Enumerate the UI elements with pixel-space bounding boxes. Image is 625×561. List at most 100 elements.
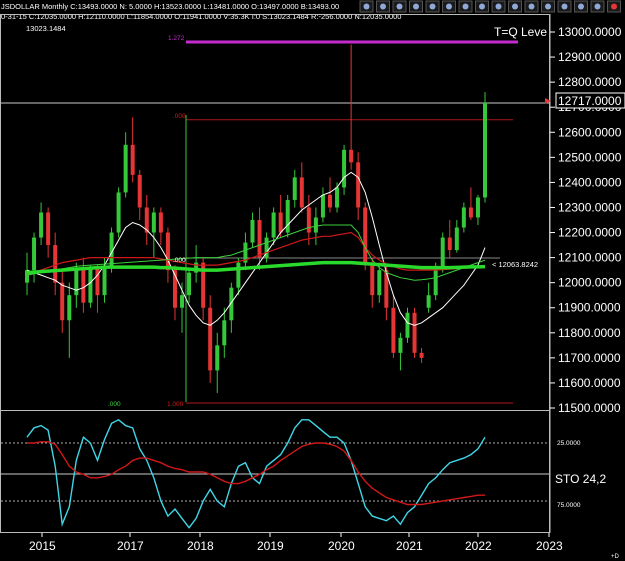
candle-body — [356, 162, 361, 208]
dots-icon-glyph — [413, 3, 419, 10]
hand-icon — [541, 0, 555, 13]
price-tick-label: 12600.0000 — [558, 125, 622, 139]
time-tick-label: 2017 — [117, 539, 144, 553]
bars-icon-glyph — [396, 3, 403, 10]
sto-25-label: 25.0000 — [557, 440, 581, 447]
candle-body — [130, 144, 135, 175]
candle-body — [377, 270, 382, 296]
price-tick-label: 12400.0000 — [558, 175, 622, 189]
price-tick-label: 12500.0000 — [558, 150, 622, 164]
triangle-icon — [557, 0, 572, 13]
candle-body — [342, 149, 347, 188]
stoch-layer — [1, 418, 549, 529]
line-icon — [508, 0, 522, 13]
sto-label: STO 24,2 — [555, 472, 606, 486]
sto-75-label: 75.0000 — [557, 502, 581, 509]
candle-body — [285, 199, 290, 233]
price-tick-label: 13000.0000 — [558, 25, 622, 39]
ma-value-label: < 12063.8242 — [492, 260, 538, 269]
candle-body — [208, 307, 213, 371]
current-price-value: 12717.0000 — [558, 94, 622, 108]
price-tick-label: 11900.0000 — [558, 301, 621, 315]
list-icon — [425, 0, 440, 13]
fib-label-000-top: .000 — [173, 113, 186, 120]
alarm-icon-glyph — [446, 3, 452, 10]
candle-body — [123, 144, 128, 193]
time-tick-label: 2019 — [257, 539, 284, 553]
stoch-panel-frame — [0, 410, 550, 533]
list-icon-glyph — [429, 3, 436, 10]
candle-body — [447, 237, 452, 251]
stoch-series-line — [27, 441, 485, 506]
time-tick-label: 2015 — [29, 539, 56, 553]
price-axis: 13000.000012900.000012800.000012700.0000… — [550, 25, 622, 415]
tq-level-label: T=Q Leve — [494, 25, 547, 39]
fib-label-000-mid: .000 — [173, 257, 186, 264]
price-layer — [1, 40, 549, 404]
time-axis: 2015 2017 2018 2019 2020 2021 2022 2023 — [29, 533, 563, 553]
candle-body — [405, 312, 410, 338]
candle-body — [180, 295, 185, 308]
close-icon — [607, 0, 621, 13]
candle-body — [158, 212, 163, 233]
candle-body — [440, 237, 445, 268]
hand-icon-glyph — [545, 3, 551, 10]
dots-icon — [409, 0, 423, 13]
current-price-tag: 12717.0000 — [545, 92, 625, 109]
scale-icon-glyph — [578, 3, 584, 10]
header-third-line: 13023.1484 — [26, 24, 66, 33]
candle-body — [320, 194, 325, 218]
chart-svg: JSDOLLAR Monthly C:13493.0000 N: 5.0000 … — [0, 0, 625, 560]
candle-body — [292, 177, 297, 200]
price-tick-label: 11700.0000 — [558, 351, 621, 365]
close-icon-glyph — [611, 3, 617, 10]
square-icon — [491, 0, 506, 13]
corner-label: +D — [611, 554, 620, 560]
candle-body — [433, 267, 438, 296]
candle-body — [250, 220, 255, 243]
candle-body — [88, 267, 93, 303]
price-tick-label: 11500.0000 — [558, 401, 621, 415]
plus-icon — [524, 0, 539, 13]
candle-body — [475, 197, 480, 218]
time-tick-label: 2021 — [396, 539, 423, 553]
candle-body — [426, 295, 431, 308]
bars-icon — [392, 0, 407, 13]
pen-icon-glyph — [462, 3, 469, 10]
candle-body — [95, 267, 100, 296]
plus-icon-glyph — [528, 3, 535, 10]
candle-body — [468, 207, 473, 218]
candle-body — [116, 192, 121, 233]
candle-body — [398, 337, 403, 353]
candle-body — [271, 212, 276, 238]
candle-body — [461, 207, 466, 228]
candle-body — [419, 352, 424, 358]
moving-average-line — [26, 171, 486, 326]
fib-label-1000: 1.000 — [167, 401, 184, 408]
price-tick-label: 12800.0000 — [558, 75, 622, 89]
header: JSDOLLAR Monthly C:13493.0000 N: 5.0000 … — [1, 2, 401, 33]
candle-body — [67, 295, 72, 321]
alarm-icon — [442, 0, 456, 13]
candle-body — [74, 270, 79, 296]
fib-label-1272: 1.272 — [168, 35, 185, 42]
candle-body — [60, 282, 65, 321]
price-tick-label: 12900.0000 — [558, 50, 622, 64]
candle-body — [137, 174, 142, 208]
lines-icon — [590, 0, 605, 13]
candle-body — [53, 245, 58, 283]
candle-body — [483, 102, 487, 198]
candle-body — [215, 345, 220, 371]
candle-body — [257, 220, 262, 258]
wave-icon — [376, 0, 390, 13]
price-tick-label: 12300.0000 — [558, 200, 622, 214]
header-symbol-line: JSDOLLAR Monthly C:13493.0000 N: 5.0000 … — [1, 2, 339, 11]
time-tick-label: 2020 — [328, 539, 355, 553]
candle-body — [222, 320, 227, 346]
candle-body — [313, 217, 318, 233]
candle-body — [187, 272, 192, 296]
time-tick-label: 2022 — [465, 539, 492, 553]
candle-body — [349, 149, 354, 163]
candle-body — [278, 212, 283, 233]
candle-body — [299, 177, 304, 208]
